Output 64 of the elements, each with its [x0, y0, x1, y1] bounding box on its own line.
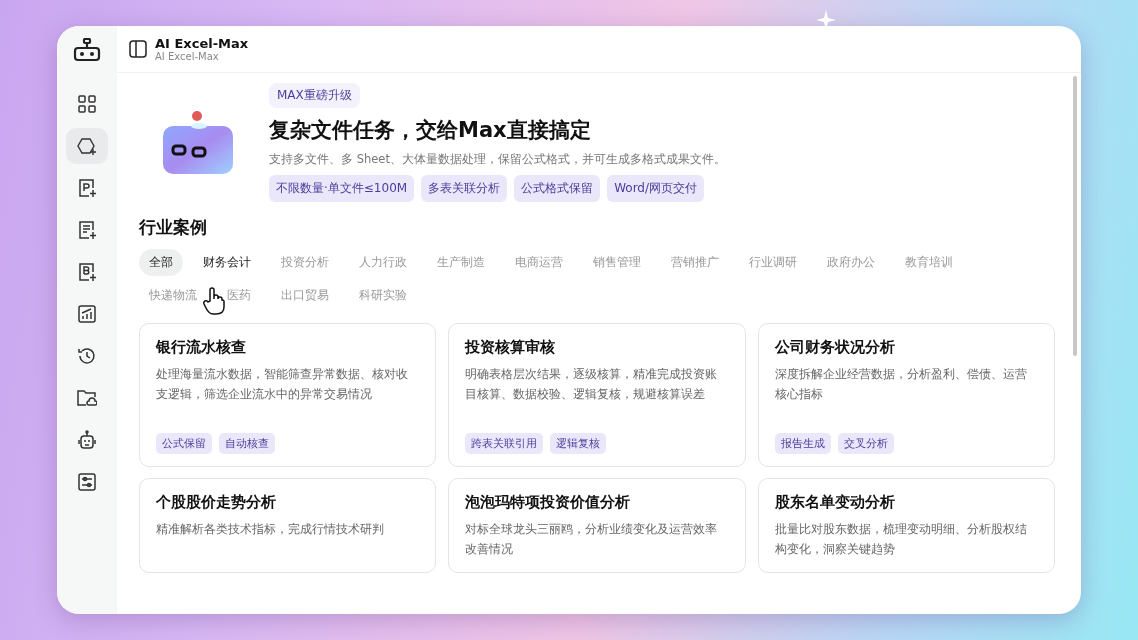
document-b-icon	[78, 262, 96, 282]
category-tab[interactable]: 全部	[139, 249, 183, 276]
category-tab[interactable]: 政府办公	[817, 249, 885, 276]
case-card[interactable]: 银行流水核查 处理海量流水数据，智能筛查异常数据、核对收支逻辑，筛选企业流水中的异常交易情况 公式保留 自动核查	[139, 323, 437, 467]
card-tag: 逻辑复核	[550, 433, 607, 454]
case-card[interactable]: 公司财务状况分析 深度拆解企业经营数据，分析盈利、偿债、运营核心指标 报告生成 交叉分析	[757, 323, 1055, 467]
feature-tag: Word/网页交付	[607, 175, 705, 202]
category-tab[interactable]: 科研实验	[349, 282, 417, 309]
chart-icon	[78, 305, 96, 323]
settings-list-icon	[78, 473, 96, 491]
hexagon-plus-icon	[77, 137, 97, 155]
category-tab[interactable]: 生产制造	[427, 249, 495, 276]
folder-cloud-icon	[77, 389, 97, 407]
card-description: 处理海量流水数据，智能筛查异常数据、核对收支逻辑，筛选企业流水中的异常交易情况	[156, 366, 409, 403]
category-tab[interactable]: 行业调研	[739, 249, 807, 276]
grid-icon	[78, 95, 96, 113]
card-tag: 报告生成	[774, 433, 831, 454]
upgrade-badge: MAX重磅升级	[269, 83, 360, 108]
hand-cursor-icon	[203, 287, 225, 315]
card-description: 批量比对股东数据，梳理变动明细、分析股权结构变化，洞察关键趋势	[774, 521, 1028, 558]
app-subtitle: AI Excel-Max	[155, 51, 220, 62]
card-tag: 跨表关联引用	[465, 433, 544, 454]
history-icon	[77, 346, 97, 366]
card-description: 对标全球龙头三丽鸥，分析业绩变化及运营效率改善情况	[465, 521, 719, 558]
feature-tag: 公式格式保留	[514, 175, 601, 202]
feature-tag: 多表关联分析	[421, 175, 508, 202]
category-tab[interactable]: 财务会计	[193, 249, 261, 276]
card-title: 投资核算审核	[465, 338, 557, 357]
document-p-icon	[78, 178, 96, 198]
category-tab[interactable]: 教育培训	[895, 249, 963, 276]
card-title: 股东名单变动分析	[774, 493, 896, 512]
category-tab[interactable]: 销售管理	[583, 249, 651, 276]
card-title: 个股股价走势分析	[156, 493, 277, 512]
category-tab[interactable]: 快递物流	[139, 282, 207, 309]
card-tag: 自动核查	[219, 433, 275, 454]
card-description: 深度拆解企业经营数据，分析盈利、偿债、运营核心指标	[774, 366, 1028, 403]
section-heading: 行业案例	[139, 216, 208, 239]
robot-logo-icon	[73, 38, 101, 62]
card-description: 精准解析各类技术指标，完成行情技术研判	[156, 521, 385, 538]
category-tab[interactable]: 人力行政	[349, 249, 417, 276]
sidebar-toggle-button[interactable]	[129, 40, 147, 58]
case-card[interactable]: 个股股价走势分析 精准解析各类技术指标，完成行情技术研判	[139, 478, 437, 573]
robot-icon	[78, 430, 96, 450]
hero-title: 复杂文件任务，交给Max直接搞定	[269, 117, 592, 144]
card-title: 公司财务状况分析	[774, 338, 896, 357]
scrollbar[interactable]	[1073, 76, 1077, 356]
card-tag: 交叉分析	[837, 433, 894, 454]
case-card[interactable]: 股东名单变动分析 批量比对股东数据，梳理变动明细、分析股权结构变化，洞察关键趋势	[757, 478, 1055, 573]
category-tab[interactable]: 电商运营	[505, 249, 573, 276]
card-tag: 公式保留	[156, 433, 212, 454]
case-card[interactable]: 泡泡玛特项投资价值分析 对标全球龙头三丽鸥，分析业绩变化及运营效率改善情况	[448, 478, 746, 573]
category-tab[interactable]: 投资分析	[271, 249, 339, 276]
card-title: 银行流水核查	[156, 338, 247, 357]
category-tab[interactable]: 营销推广	[661, 249, 729, 276]
category-tab[interactable]: 出口贸易	[271, 282, 339, 309]
panel-icon	[129, 40, 147, 58]
card-description: 明确表格层次结果，逐级核算，精准完成投资账目核算、数据校验、逻辑复核，规避核算误差	[465, 366, 719, 403]
document-plus-icon	[78, 220, 96, 240]
feature-tag: 不限数量·单文件≤100M	[269, 175, 415, 202]
app-title: AI Excel-Max	[155, 36, 249, 51]
sidebar-nav-button[interactable]	[66, 128, 108, 164]
case-card[interactable]: 投资核算审核 明确表格层次结果，逐级核算，精准完成投资账目核算、数据校验、逻辑复核，规避核算误差 跨表关联引用 逻辑复核	[448, 323, 746, 467]
hero-description: 支持多文件、多 Sheet、大体量数据处理，保留公式格式，并可生成多格式成果文件。	[269, 152, 726, 167]
card-title: 泡泡玛特项投资价值分析	[465, 493, 632, 512]
